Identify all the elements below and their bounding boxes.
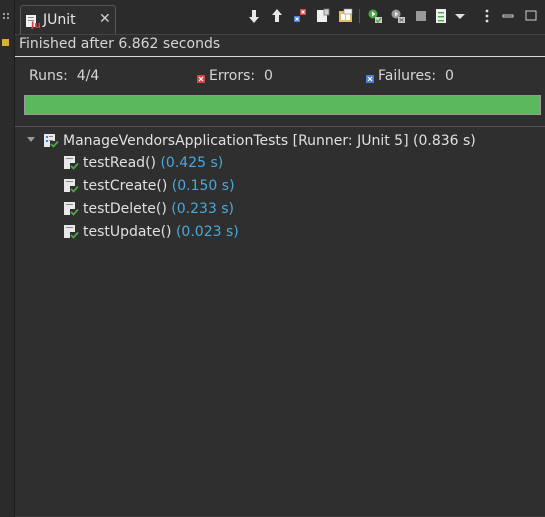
test-run-history-icon[interactable] (434, 8, 450, 24)
errors-value: 0 (264, 68, 273, 84)
gutter-marker-icon (3, 13, 9, 19)
tree-test-row[interactable]: testCreate() (0.150 s) (15, 175, 535, 197)
toolbar-separator (359, 9, 360, 23)
errors-label: Errors: (209, 68, 256, 84)
runs-value: 4/4 (76, 68, 100, 84)
collapse-icon[interactable] (26, 134, 36, 144)
test-name: testCreate() (0.150 s) (83, 178, 235, 194)
test-suite-success-icon (44, 134, 59, 148)
test-duration: (0.023 s) (175, 224, 239, 240)
stop-icon[interactable] (413, 8, 429, 24)
view-toolbar (15, 8, 545, 26)
test-suite-label: ManageVendorsApplicationTests [Runner: J… (63, 133, 476, 149)
test-method: testRead() (83, 155, 156, 171)
junit-view: Ju JUnit ✕ Finished after 6.862 seconds … (0, 0, 545, 517)
editor-gutter (0, 0, 15, 517)
view-menu-icon[interactable] (479, 8, 495, 24)
test-name: testDelete() (0.233 s) (83, 201, 234, 217)
counter-panel: Runs: 4/4 Errors: 0 Failures: 0 (15, 58, 545, 94)
next-failure-icon[interactable] (246, 8, 262, 24)
test-name: testRead() (0.425 s) (83, 155, 223, 171)
error-icon (197, 71, 205, 83)
failures-counter: Failures: 0 (366, 68, 454, 84)
failure-icon (366, 71, 374, 83)
maximize-icon[interactable] (523, 8, 539, 24)
failures-label: Failures: (378, 68, 437, 84)
test-success-icon (64, 156, 79, 170)
status-message: Finished after 6.862 seconds (19, 36, 221, 52)
tree-test-row[interactable]: testRead() (0.425 s) (15, 152, 535, 174)
scroll-lock-icon[interactable] (315, 8, 331, 24)
runs-label: Runs: (29, 68, 68, 84)
view-tab-bar: Ju JUnit ✕ (15, 0, 545, 35)
test-success-icon (64, 202, 79, 216)
runs-counter: Runs: 4/4 (29, 68, 99, 84)
test-method: testCreate() (83, 178, 168, 194)
show-failures-only-icon[interactable] (292, 8, 308, 24)
divider (15, 56, 545, 57)
show-skipped-icon[interactable] (338, 8, 354, 24)
test-success-icon (64, 179, 79, 193)
test-name: testUpdate() (0.023 s) (83, 224, 239, 240)
test-success-icon (64, 225, 79, 239)
rerun-failed-first-icon[interactable] (390, 8, 406, 24)
tree-root-row[interactable]: ManageVendorsApplicationTests [Runner: J… (15, 130, 535, 152)
test-duration: (0.233 s) (171, 201, 235, 217)
tree-test-row[interactable]: testDelete() (0.233 s) (15, 198, 535, 220)
bookmark-marker[interactable] (2, 39, 9, 46)
test-duration: (0.150 s) (171, 178, 235, 194)
test-method: testUpdate() (83, 224, 172, 240)
previous-failure-icon[interactable] (269, 8, 285, 24)
errors-counter: Errors: 0 (197, 68, 273, 84)
progress-fill (25, 96, 540, 114)
test-progress-bar (24, 95, 541, 115)
tree-test-row[interactable]: testUpdate() (0.023 s) (15, 221, 535, 243)
rerun-test-icon[interactable] (367, 8, 383, 24)
test-method: testDelete() (83, 201, 167, 217)
divider (15, 126, 545, 127)
failures-value: 0 (444, 68, 454, 84)
minimize-icon[interactable] (500, 8, 516, 24)
test-duration: (0.425 s) (160, 155, 224, 171)
history-dropdown-icon[interactable] (452, 8, 468, 24)
